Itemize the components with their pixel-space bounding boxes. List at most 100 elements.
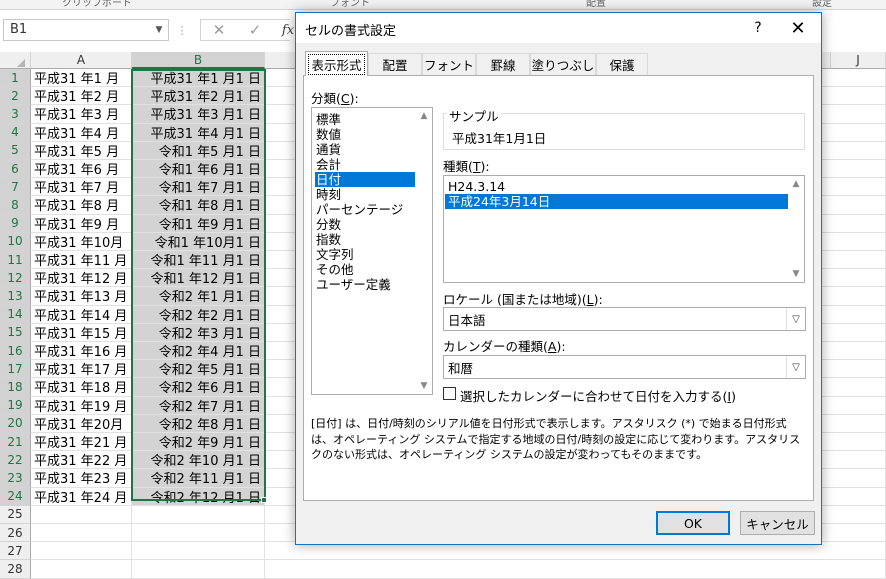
cell-a[interactable] [31, 505, 132, 524]
tab-number[interactable]: 表示形式 [305, 51, 368, 76]
row-header[interactable]: 22 [0, 451, 31, 470]
fill-handle[interactable] [261, 497, 267, 503]
chevron-down-icon[interactable]: ▽ [786, 356, 805, 378]
cell-b[interactable]: 令和1 年5 月1 日 [132, 141, 265, 160]
column-header-b[interactable]: B [132, 52, 265, 69]
category-item[interactable]: 指数 [315, 232, 415, 247]
match-calendar-checkbox[interactable] [443, 387, 456, 400]
category-item[interactable]: その他 [315, 262, 415, 277]
row-header[interactable]: 21 [0, 433, 31, 452]
close-icon[interactable]: ✕ [780, 16, 816, 40]
cell-a[interactable]: 平成31 年1 月 [31, 69, 132, 88]
cell-a[interactable]: 平成31 年19 月 [31, 396, 132, 415]
row-header[interactable]: 3 [0, 105, 31, 124]
cell-b[interactable]: 令和1 年11 月1 日 [132, 251, 265, 270]
cell-a[interactable]: 平成31 年17 月 [31, 360, 132, 379]
cell-a[interactable]: 平成31 年11 月 [31, 251, 132, 270]
type-item[interactable]: H24.3.14 [445, 179, 788, 194]
row-header[interactable]: 24 [0, 487, 31, 506]
cell-b[interactable]: 令和2 年2 月1 日 [132, 305, 265, 324]
cell-b[interactable]: 令和2 年7 月1 日 [132, 396, 265, 415]
cell-b[interactable]: 平成31 年2 月1 日 [132, 87, 265, 106]
tab-fill[interactable]: 塗りつぶし [530, 53, 596, 75]
category-item[interactable]: 通貨 [315, 142, 415, 157]
cancel-entry-icon[interactable]: ✕ [208, 19, 230, 41]
row-header[interactable]: 6 [0, 160, 31, 179]
cell-a[interactable]: 平成31 年5 月 [31, 141, 132, 160]
category-item[interactable]: 日付 [315, 172, 415, 187]
row-header[interactable]: 7 [0, 178, 31, 197]
locale-select[interactable]: 日本語 ▽ [443, 307, 806, 331]
cell-a[interactable] [31, 524, 132, 543]
category-scrollbar[interactable]: ▲ ▼ [416, 108, 432, 394]
cell-a[interactable] [31, 542, 132, 561]
row-header[interactable]: 20 [0, 414, 31, 433]
cell-a[interactable]: 平成31 年12 月 [31, 269, 132, 288]
cell-b[interactable]: 令和2 年8 月1 日 [132, 414, 265, 433]
cell-b[interactable]: 令和1 年7 月1 日 [132, 178, 265, 197]
row-header[interactable]: 4 [0, 123, 31, 142]
cell-b[interactable]: 令和1 年8 月1 日 [132, 196, 265, 215]
cell-b[interactable] [132, 505, 265, 524]
tab-protection[interactable]: 保護 [596, 53, 648, 75]
ok-button[interactable]: OK [656, 511, 730, 535]
row-header[interactable]: 16 [0, 342, 31, 361]
category-item[interactable]: 標準 [315, 112, 415, 127]
category-item[interactable]: 分数 [315, 217, 415, 232]
cell-b[interactable]: 令和1 年6 月1 日 [132, 160, 265, 179]
cell-a[interactable]: 平成31 年14 月 [31, 305, 132, 324]
cell-a[interactable]: 平成31 年9 月 [31, 214, 132, 233]
cell-a[interactable]: 平成31 年24 月 [31, 487, 132, 506]
tab-alignment[interactable]: 配置 [368, 53, 422, 75]
confirm-entry-icon[interactable]: ✓ [244, 19, 266, 41]
category-item[interactable]: 時刻 [315, 187, 415, 202]
cell-a[interactable]: 平成31 年10月 [31, 232, 132, 251]
cancel-button[interactable]: キャンセル [740, 511, 815, 535]
row-header[interactable]: 14 [0, 305, 31, 324]
cell-b[interactable]: 令和2 年1 月1 日 [132, 287, 265, 306]
column-header-j[interactable]: J [831, 52, 886, 69]
chevron-down-icon[interactable]: ▽ [786, 308, 805, 330]
row-header[interactable]: 1 [0, 69, 31, 88]
scroll-up-icon[interactable]: ▲ [416, 108, 432, 124]
select-all-corner[interactable] [0, 52, 31, 69]
row-header[interactable]: 5 [0, 141, 31, 160]
cell-b[interactable]: 令和1 年12 月1 日 [132, 269, 265, 288]
type-item[interactable]: 平成24年3月14日 [445, 194, 788, 209]
category-list[interactable]: 標準 数値 通貨 会計 日付 時刻 パーセンテージ 分数 指数 文字列 その他 ユーザー定義 ▲ ▼ [311, 107, 433, 395]
row-header[interactable]: 19 [0, 396, 31, 415]
row-header[interactable]: 15 [0, 323, 31, 342]
insert-function-icon[interactable]: fx [280, 19, 296, 41]
cell-b[interactable]: 平成31 年1 月1 日 [132, 69, 265, 88]
name-box[interactable]: B1 [3, 19, 169, 41]
row-header[interactable]: 28 [0, 560, 31, 579]
scroll-down-icon[interactable]: ▼ [416, 378, 432, 394]
cell-a[interactable]: 平成31 年3 月 [31, 105, 132, 124]
row-header[interactable]: 8 [0, 196, 31, 215]
category-item[interactable]: 文字列 [315, 247, 415, 262]
row-header[interactable]: 13 [0, 287, 31, 306]
cell-a[interactable]: 平成31 年16 月 [31, 342, 132, 361]
row-header[interactable]: 23 [0, 469, 31, 488]
category-item[interactable]: パーセンテージ [315, 202, 415, 217]
cell-b[interactable]: 令和2 年10 月1 日 [132, 451, 265, 470]
row-header[interactable]: 2 [0, 87, 31, 106]
category-item[interactable]: 数値 [315, 127, 415, 142]
cell-b[interactable]: 平成31 年4 月1 日 [132, 123, 265, 142]
cell-b[interactable]: 令和1 年10月1 日 [132, 232, 265, 251]
cell-a[interactable]: 平成31 年18 月 [31, 378, 132, 397]
cell-b[interactable]: 令和1 年9 月1 日 [132, 214, 265, 233]
cell-b[interactable] [132, 524, 265, 543]
cell-b[interactable]: 平成31 年3 月1 日 [132, 105, 265, 124]
cell-b[interactable] [132, 560, 265, 579]
row-header[interactable]: 10 [0, 232, 31, 251]
cell-b[interactable]: 令和2 年5 月1 日 [132, 360, 265, 379]
cell-a[interactable]: 平成31 年4 月 [31, 123, 132, 142]
cell-a[interactable]: 平成31 年2 月 [31, 87, 132, 106]
cell-b[interactable]: 令和2 年3 月1 日 [132, 323, 265, 342]
cell-a[interactable]: 平成31 年6 月 [31, 160, 132, 179]
cell-b[interactable]: 令和2 年11 月1 日 [132, 469, 265, 488]
tab-font[interactable]: フォント [422, 53, 476, 75]
scroll-down-icon[interactable]: ▼ [788, 266, 804, 282]
cell-a[interactable]: 平成31 年13 月 [31, 287, 132, 306]
